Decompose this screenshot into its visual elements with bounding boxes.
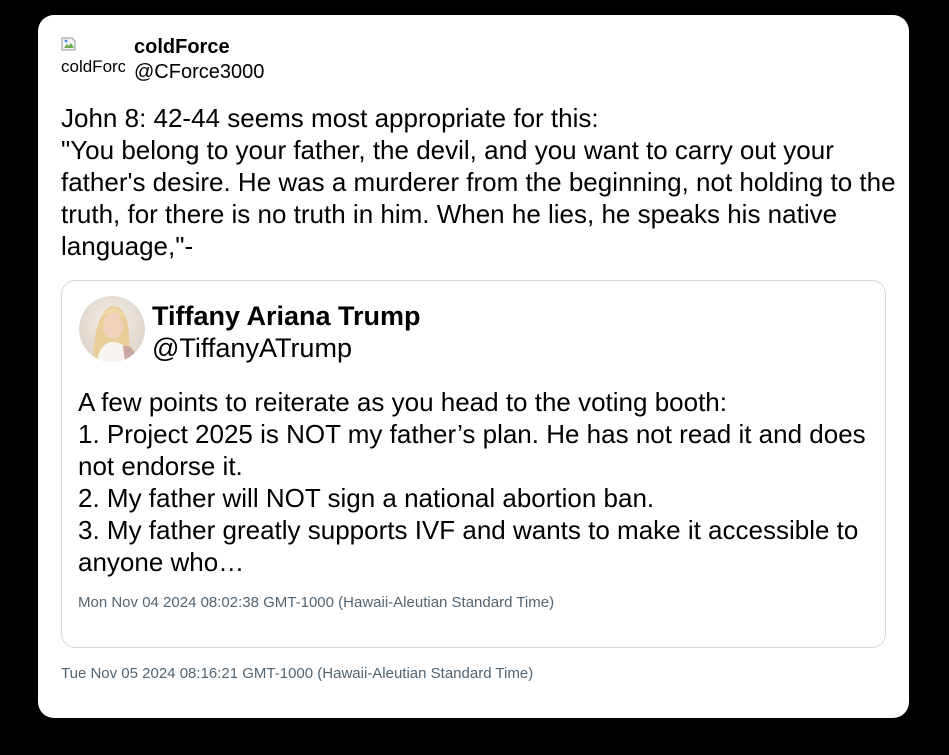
quoted-tweet[interactable]: Tiffany Ariana Trump @TiffanyATrump A fe… — [61, 280, 886, 648]
quoted-author-names: Tiffany Ariana Trump @TiffanyATrump — [152, 300, 421, 364]
tweet-author[interactable]: coldForce coldForce @CForce3000 — [61, 36, 264, 84]
quoted-avatar-image — [79, 296, 145, 362]
quoted-author[interactable]: Tiffany Ariana Trump @TiffanyATrump — [79, 296, 421, 364]
tweet-card: coldForce coldForce @CForce3000 John 8: … — [38, 15, 909, 718]
tweet-text: John 8: 42-44 seems most appropriate for… — [61, 103, 896, 261]
quoted-tweet-text: A few points to reiterate as you head to… — [78, 387, 866, 577]
broken-image-icon — [61, 37, 76, 51]
avatar-alt-text: coldForce — [61, 57, 125, 76]
author-handle[interactable]: @CForce3000 — [134, 60, 264, 84]
quoted-timestamp[interactable]: Mon Nov 04 2024 08:02:38 GMT-1000 (Hawai… — [78, 594, 554, 611]
author-name[interactable]: coldForce — [134, 35, 264, 59]
quoted-author-name[interactable]: Tiffany Ariana Trump — [152, 300, 421, 332]
quoted-author-handle[interactable]: @TiffanyATrump — [152, 332, 421, 364]
tweet-timestamp[interactable]: Tue Nov 05 2024 08:16:21 GMT-1000 (Hawai… — [61, 665, 533, 682]
avatar[interactable]: coldForce — [61, 36, 125, 76]
quoted-avatar[interactable] — [79, 296, 145, 362]
author-names: coldForce @CForce3000 — [134, 36, 264, 84]
